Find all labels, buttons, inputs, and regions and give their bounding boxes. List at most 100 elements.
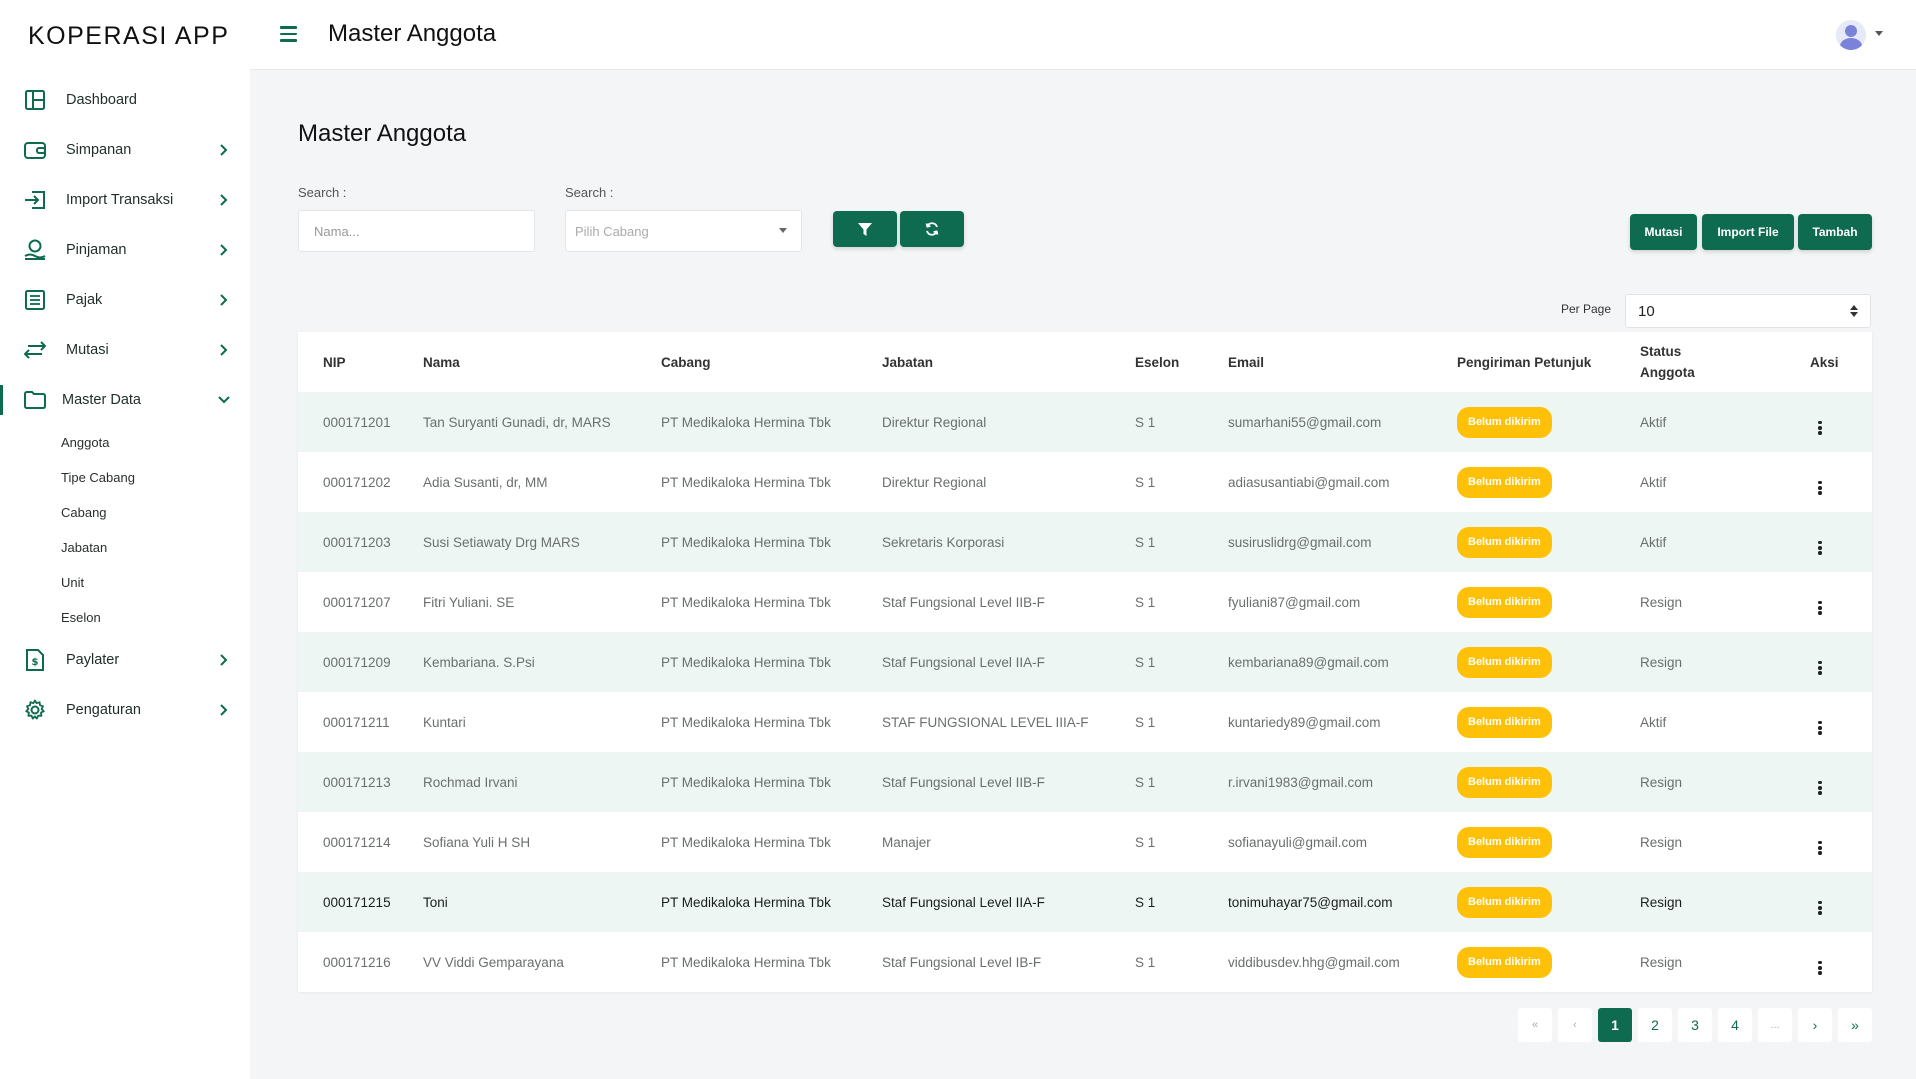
status-badge: Belum dikirim — [1457, 526, 1552, 558]
refresh-button[interactable] — [900, 211, 964, 247]
cell-jabatan: Staf Fungsional Level IIB-F — [882, 594, 1045, 610]
more-actions-icon[interactable] — [1818, 480, 1822, 495]
more-actions-icon[interactable] — [1818, 600, 1822, 615]
status-badge: Belum dikirim — [1457, 646, 1552, 678]
more-actions-icon[interactable] — [1818, 420, 1822, 435]
cell-aksi — [1780, 752, 1872, 812]
page-2-button[interactable]: 2 — [1638, 1008, 1672, 1042]
cell-pengiriman: Belum dikirim — [1457, 452, 1640, 512]
gear-icon — [24, 699, 46, 721]
col-header-email: Email — [1228, 354, 1265, 370]
cell-cabang: PT Medikaloka Hermina Tbk — [661, 474, 831, 490]
chevron-right-icon — [218, 344, 230, 356]
page-prev-button[interactable]: ‹ — [1558, 1008, 1592, 1042]
cell-aksi — [1780, 572, 1872, 632]
table-row: 000171203 Susi Setiawaty Drg MARS PT Medik… — [298, 512, 1872, 572]
more-actions-icon[interactable] — [1818, 900, 1822, 915]
page-4-button[interactable]: 4 — [1718, 1008, 1752, 1042]
cell-eselon: S 1 — [1135, 534, 1156, 550]
submenu-item-unit[interactable]: Unit — [61, 565, 250, 600]
sidebar-item-label: Paylater — [66, 652, 120, 668]
page-title: Master Anggota — [298, 120, 467, 147]
import-file-button[interactable]: Import File — [1702, 214, 1794, 250]
status-badge: Belum dikirim — [1457, 466, 1552, 498]
more-actions-icon[interactable] — [1818, 540, 1822, 555]
sidebar-item-pengaturan[interactable]: Pengaturan — [0, 685, 250, 735]
cell-cabang: PT Medikaloka Hermina Tbk — [661, 894, 831, 910]
user-menu[interactable] — [1836, 20, 1886, 52]
cell-aksi — [1780, 932, 1872, 992]
page-last-button[interactable]: » — [1838, 1008, 1872, 1042]
page-next-button[interactable]: › — [1798, 1008, 1832, 1042]
cell-cabang: PT Medikaloka Hermina Tbk — [661, 414, 831, 430]
sidebar-item-dashboard[interactable]: Dashboard — [0, 75, 250, 125]
cell-aksi — [1780, 512, 1872, 572]
cabang-select[interactable]: Pilih Cabang — [565, 210, 802, 252]
cell-cabang: PT Medikaloka Hermina Tbk — [661, 534, 831, 550]
cell-eselon: S 1 — [1135, 774, 1156, 790]
col-header-jabatan: Jabatan — [882, 354, 934, 370]
sidebar-item-import-transaksi[interactable]: Import Transaksi — [0, 175, 250, 225]
submenu-item-eselon[interactable]: Eselon — [61, 600, 250, 635]
cell-email: kuntariedy89@gmail.com — [1228, 714, 1381, 730]
cell-nama: Toni — [423, 894, 448, 910]
chevron-right-icon — [218, 194, 230, 206]
table-row: 000171215 Toni PT Medikaloka Hermina Tbk St… — [298, 872, 1872, 932]
sidebar-item-label: Mutasi — [66, 342, 109, 358]
mutasi-button[interactable]: Mutasi — [1630, 214, 1697, 250]
sidebar-item-paylater[interactable]: $ Paylater — [0, 635, 250, 685]
sidebar-item-label: Pajak — [66, 292, 103, 308]
sidebar-item-pajak[interactable]: Pajak — [0, 275, 250, 325]
cell-nama: Adia Susanti, dr, MM — [423, 474, 548, 490]
page-3-button[interactable]: 3 — [1678, 1008, 1712, 1042]
menu-toggle-icon[interactable] — [280, 26, 297, 42]
cell-cabang: PT Medikaloka Hermina Tbk — [661, 774, 831, 790]
tambah-button[interactable]: Tambah — [1798, 214, 1872, 250]
cell-nip: 000171201 — [323, 414, 391, 430]
page-ellipsis: ... — [1758, 1008, 1792, 1042]
cell-nama: Rochmad Irvani — [423, 774, 518, 790]
cell-email: kembariana89@gmail.com — [1228, 654, 1389, 670]
sidebar: KOPERASI APP Dashboard Simpanan Import T… — [0, 0, 250, 1079]
chevron-down-icon — [218, 394, 230, 406]
col-header-eselon: Eselon — [1135, 354, 1180, 370]
cell-nip: 000171207 — [323, 594, 391, 610]
cell-status: Resign — [1640, 894, 1683, 910]
cell-nama: Sofiana Yuli H SH — [423, 834, 531, 850]
sidebar-item-mutasi[interactable]: Mutasi — [0, 325, 250, 375]
submenu-item-jabatan[interactable]: Jabatan — [61, 530, 250, 565]
chevron-right-icon — [218, 654, 230, 666]
filter-button[interactable] — [833, 211, 897, 247]
dashboard-icon — [24, 89, 46, 111]
master-data-submenu: Anggota Tipe Cabang Cabang Jabatan Unit … — [0, 425, 250, 635]
cell-jabatan: Direktur Regional — [882, 474, 987, 490]
cell-eselon: S 1 — [1135, 414, 1156, 430]
sidebar-item-pinjaman[interactable]: Pinjaman — [0, 225, 250, 275]
table-header-row: NIP Nama Cabang Jabatan Eselon Email Pen… — [298, 332, 1872, 392]
page-1-button[interactable]: 1 — [1598, 1008, 1632, 1042]
submenu-item-cabang[interactable]: Cabang — [61, 495, 250, 530]
cell-nama: Tan Suryanti Gunadi, dr, MARS — [423, 414, 611, 430]
more-actions-icon[interactable] — [1818, 780, 1822, 795]
per-page-select[interactable]: 10 — [1625, 294, 1871, 328]
page-first-button[interactable]: « — [1518, 1008, 1552, 1042]
cell-jabatan: Staf Fungsional Level IIA-F — [882, 894, 1045, 910]
table-body: 000171201 Tan Suryanti Gunadi, dr, MARS PT… — [298, 392, 1872, 992]
top-header: Master Anggota — [250, 0, 1916, 70]
sidebar-item-simpanan[interactable]: Simpanan — [0, 125, 250, 175]
more-actions-icon[interactable] — [1818, 960, 1822, 975]
cell-status: Resign — [1640, 654, 1683, 670]
more-actions-icon[interactable] — [1818, 720, 1822, 735]
cell-aksi — [1780, 452, 1872, 512]
cell-jabatan: STAF FUNGSIONAL LEVEL IIIA-F — [882, 714, 1089, 730]
cell-email: tonimuhayar75@gmail.com — [1228, 894, 1393, 910]
more-actions-icon[interactable] — [1818, 660, 1822, 675]
submenu-item-tipe-cabang[interactable]: Tipe Cabang — [61, 460, 250, 495]
cell-email: viddibusdev.hhg@gmail.com — [1228, 954, 1400, 970]
more-actions-icon[interactable] — [1818, 840, 1822, 855]
sidebar-item-master-data[interactable]: Master Data — [0, 375, 250, 425]
cell-email: sumarhani55@gmail.com — [1228, 414, 1382, 430]
submenu-item-anggota[interactable]: Anggota — [61, 425, 250, 460]
cell-eselon: S 1 — [1135, 474, 1156, 490]
search-name-input[interactable]: Nama... — [298, 210, 535, 252]
